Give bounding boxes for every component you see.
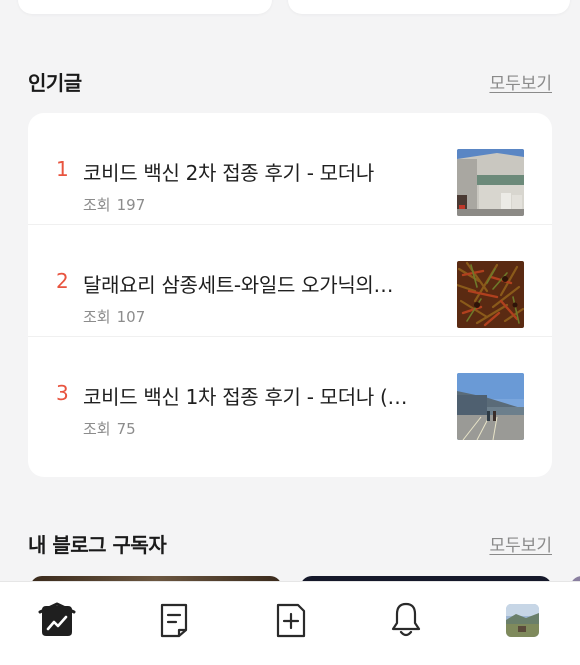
- post-thumbnail-parking-lot: [457, 373, 524, 440]
- posts-icon: [160, 603, 188, 638]
- tab-new-post[interactable]: [271, 600, 311, 640]
- post-title: 코비드 백신 1차 접종 후기 - 모더나 (…: [83, 385, 408, 409]
- subscribers-see-all-link[interactable]: 모두보기: [489, 531, 552, 556]
- views-label: 조회: [83, 420, 111, 438]
- top-card-left[interactable]: [18, 0, 272, 14]
- post-title: 코비드 백신 2차 접종 후기 - 모더나: [83, 161, 374, 185]
- new-post-icon: [276, 603, 306, 638]
- post-thumbnail-food: [457, 261, 524, 328]
- profile-avatar: [505, 603, 539, 637]
- tab-stats[interactable]: [37, 600, 77, 640]
- top-cards-strip: [0, 0, 580, 14]
- tab-posts[interactable]: [154, 600, 194, 640]
- views-count: 75: [116, 420, 136, 438]
- popular-title: 인기글: [28, 70, 82, 95]
- popular-post-row[interactable]: 2 달래요리 삼종세트-와일드 오가닉의… 조회 107: [28, 225, 552, 337]
- post-views: 조회 197: [83, 194, 145, 215]
- post-thumbnail-building: [457, 149, 524, 216]
- views-count: 197: [116, 196, 146, 214]
- bell-icon: [391, 602, 421, 637]
- views-label: 조회: [83, 196, 111, 214]
- post-views: 조회 75: [83, 418, 136, 439]
- post-title: 달래요리 삼종세트-와일드 오가닉의…: [83, 273, 394, 297]
- post-rank: 1: [56, 157, 69, 181]
- popular-post-row[interactable]: 1 코비드 백신 2차 접종 후기 - 모더나 조회 197: [28, 113, 552, 225]
- subscribers-title: 내 블로그 구독자: [28, 532, 167, 557]
- stats-icon: [38, 602, 76, 636]
- popular-posts-card: 1 코비드 백신 2차 접종 후기 - 모더나 조회 197 2 달래요리 삼종세…: [28, 113, 552, 477]
- views-label: 조회: [83, 308, 111, 326]
- tab-profile[interactable]: [502, 600, 542, 640]
- post-rank: 3: [56, 381, 69, 405]
- views-count: 107: [116, 308, 146, 326]
- tab-notifications[interactable]: [386, 600, 426, 640]
- post-rank: 2: [56, 269, 69, 293]
- popular-see-all-link[interactable]: 모두보기: [489, 69, 552, 94]
- top-card-right[interactable]: [288, 0, 570, 14]
- post-views: 조회 107: [83, 306, 145, 327]
- popular-post-row[interactable]: 3 코비드 백신 1차 접종 후기 - 모더나 (… 조회 75: [28, 337, 552, 449]
- subscribers-header: 내 블로그 구독자 모두보기: [28, 528, 552, 558]
- bottom-tab-bar: [0, 581, 580, 665]
- popular-header: 인기글 모두보기: [28, 66, 552, 96]
